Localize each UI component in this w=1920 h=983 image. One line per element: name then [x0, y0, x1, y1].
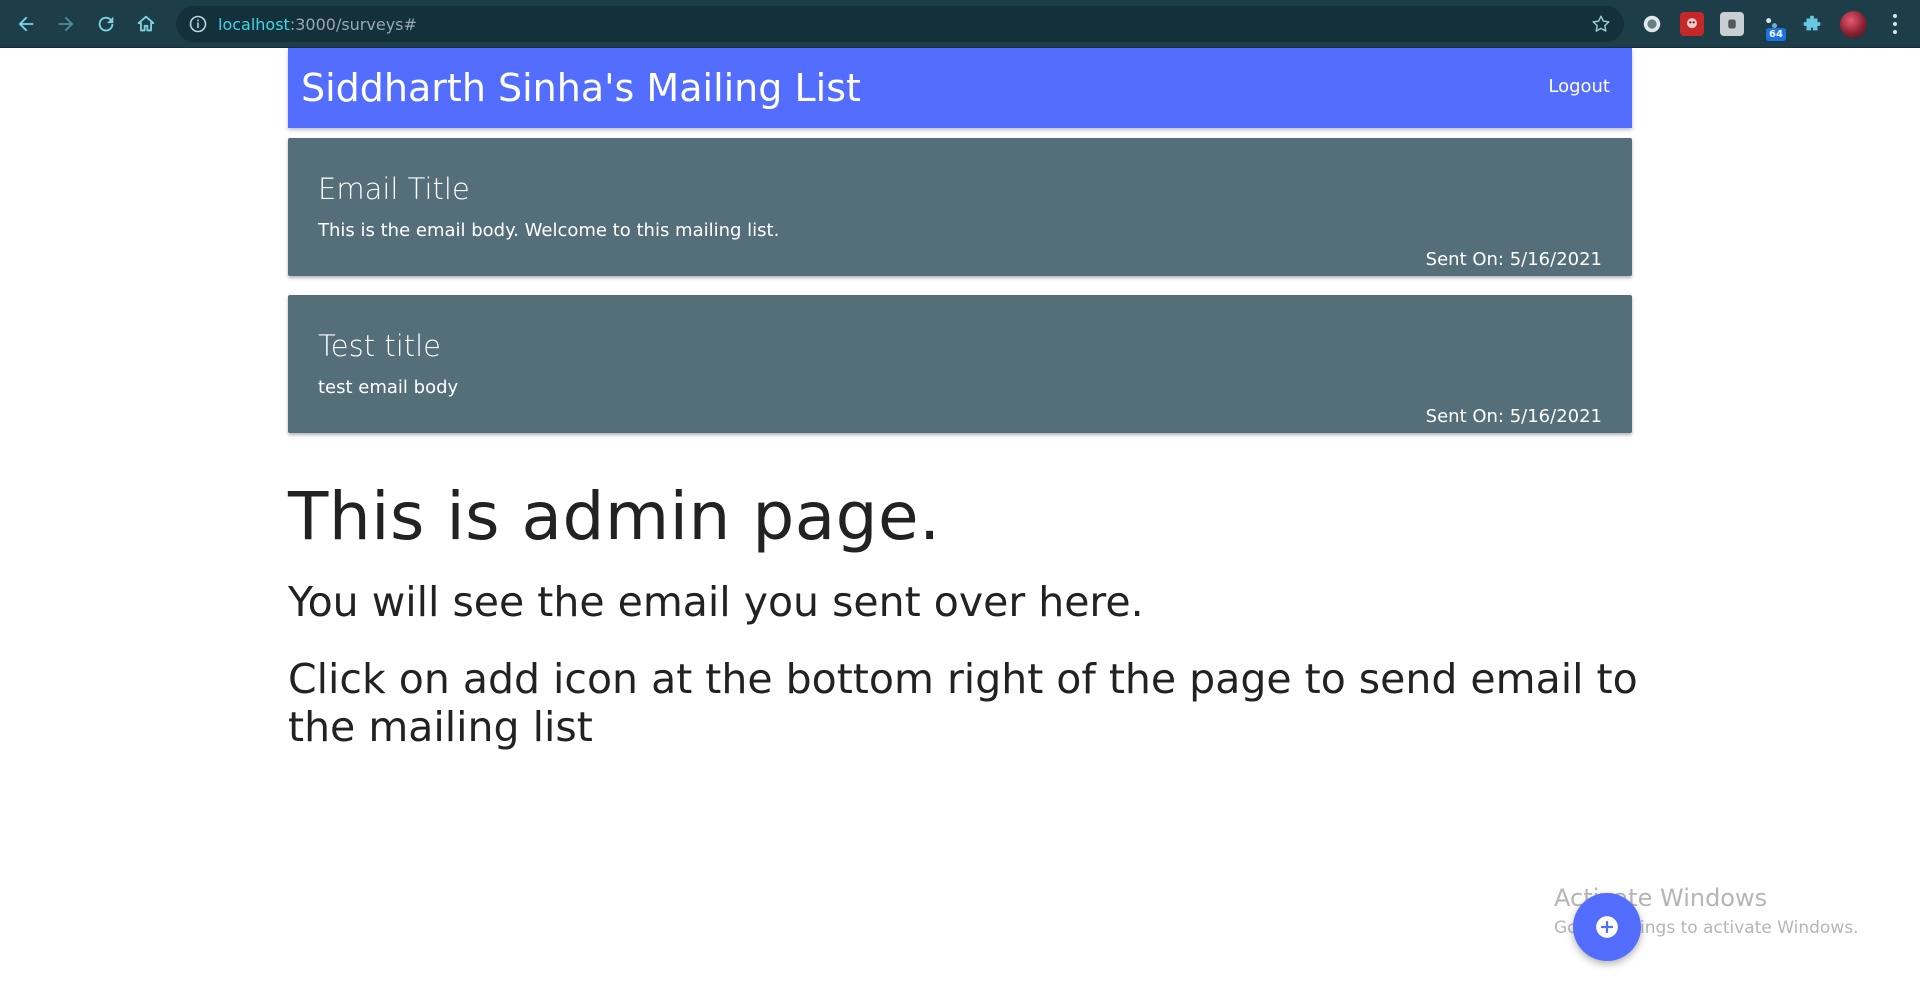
email-body: test email body	[318, 377, 459, 398]
browser-toolbar: localhost:3000/surveys# 64	[0, 0, 1920, 48]
extension-hand-icon[interactable]	[1720, 12, 1744, 36]
arrow-left-icon	[18, 16, 34, 32]
arrow-right-icon	[58, 16, 74, 32]
add-survey-button[interactable]	[1573, 893, 1641, 961]
email-card: Email Title This is the email body. Welc…	[288, 138, 1632, 276]
email-title: Email Title	[318, 172, 470, 206]
email-title: Test title	[318, 329, 442, 363]
email-sent-date: Sent On: 5/16/2021	[1425, 406, 1602, 427]
brand-title[interactable]: Siddharth Sinha's Mailing List	[301, 66, 861, 110]
address-bar[interactable]: localhost:3000/surveys#	[176, 6, 1624, 42]
profile-avatar[interactable]	[1840, 11, 1867, 38]
bookmark-star-icon[interactable]	[1590, 13, 1612, 35]
page-instruction: Click on add icon at the bottom right of…	[288, 655, 1638, 751]
page-heading: This is admin page.	[288, 478, 941, 555]
home-button[interactable]	[132, 10, 160, 38]
browser-menu-icon[interactable]	[1888, 12, 1902, 36]
forward-button[interactable]	[52, 10, 80, 38]
app-navbar: Siddharth Sinha's Mailing List Logout	[288, 48, 1632, 128]
add-icon	[1596, 916, 1618, 938]
url-host: localhost	[218, 15, 290, 34]
extensions-puzzle-icon[interactable]	[1800, 12, 1824, 36]
url-path: :3000/surveys#	[289, 15, 417, 34]
home-icon	[137, 15, 155, 32]
email-body: This is the email body. Welcome to this …	[318, 220, 780, 241]
extension-record-icon[interactable]	[1640, 12, 1664, 36]
page-subheading: You will see the email you sent over her…	[288, 578, 1144, 626]
info-icon[interactable]	[188, 14, 208, 34]
email-sent-date: Sent On: 5/16/2021	[1425, 249, 1602, 270]
reload-icon	[98, 16, 114, 32]
extension-octopus-icon[interactable]	[1680, 12, 1704, 36]
logout-link[interactable]: Logout	[1548, 76, 1610, 97]
extension-badge: 64	[1766, 28, 1786, 41]
back-button[interactable]	[12, 10, 40, 38]
address-url[interactable]: localhost:3000/surveys#	[218, 15, 417, 34]
reload-button[interactable]	[92, 10, 120, 38]
email-card: Test title test email body Sent On: 5/16…	[288, 295, 1632, 433]
